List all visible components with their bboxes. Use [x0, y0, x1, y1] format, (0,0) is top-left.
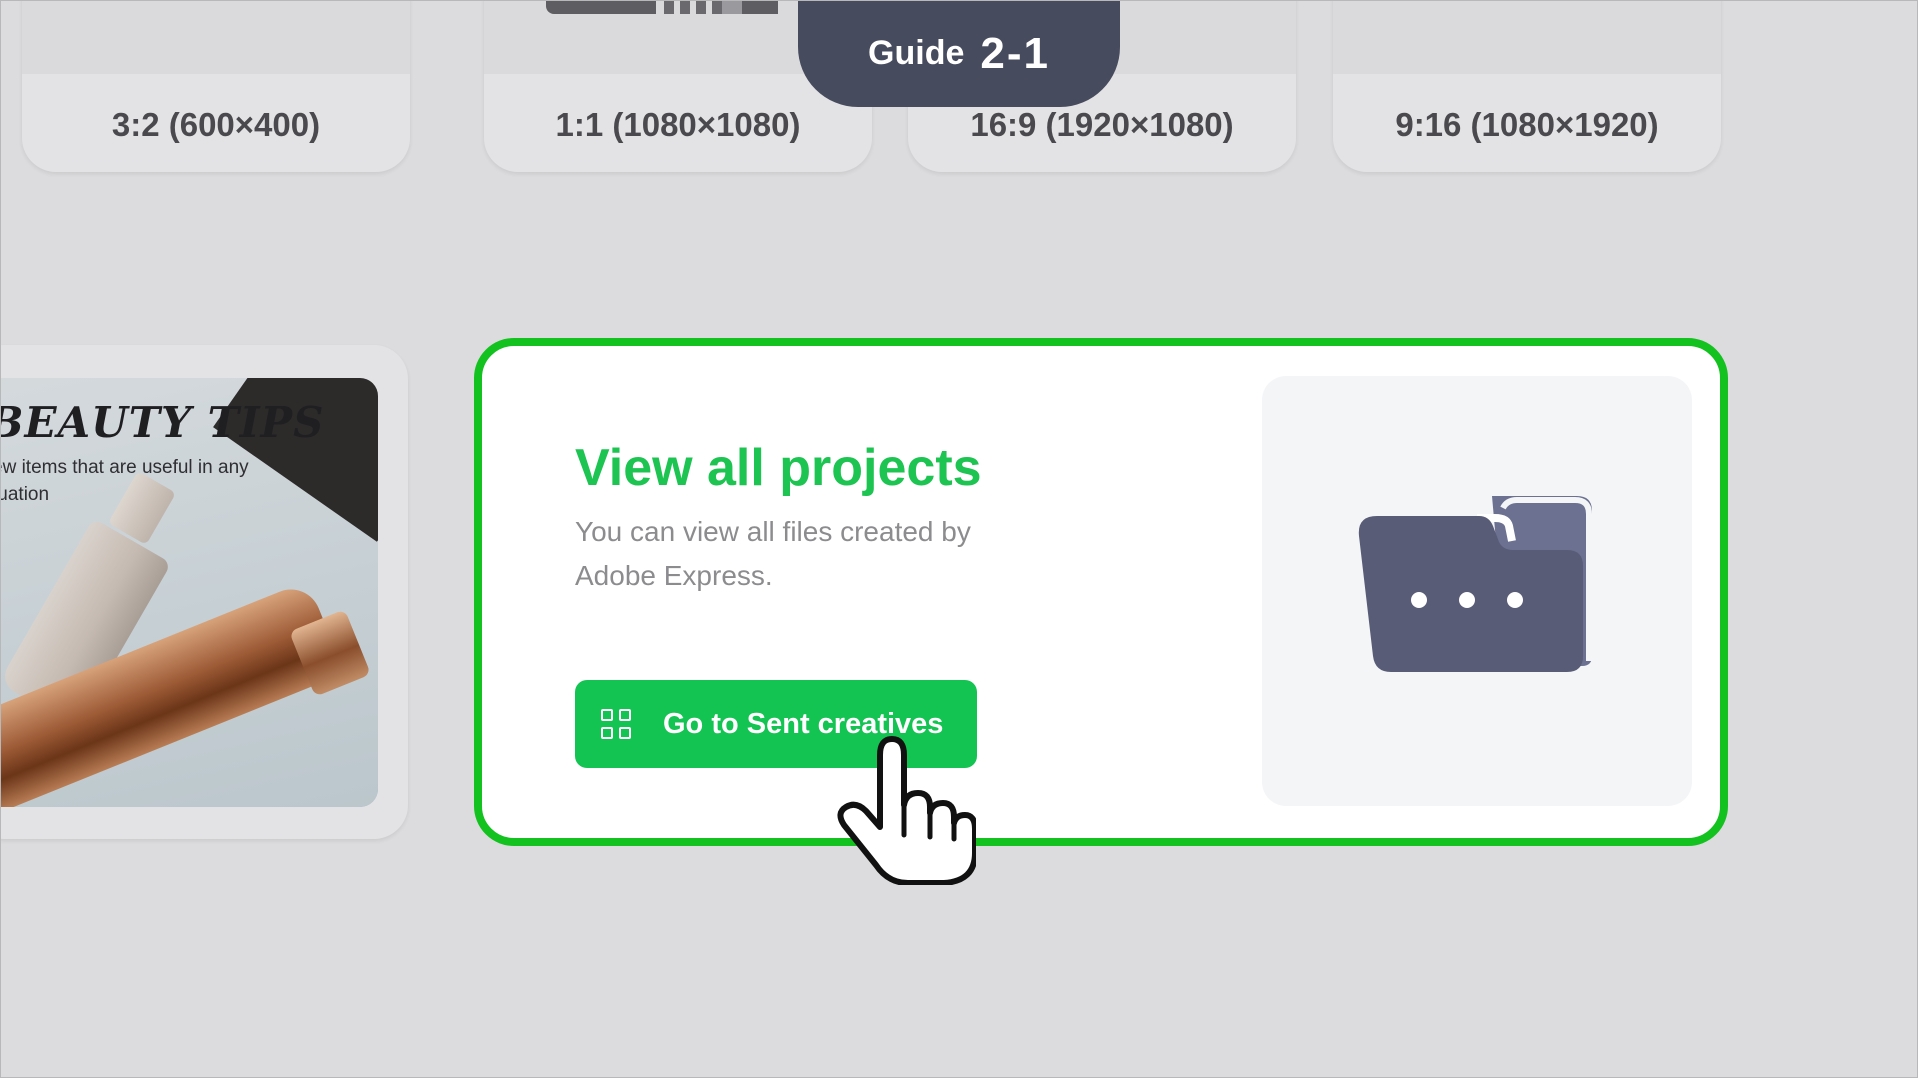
guide-badge: Guide 2-1 — [798, 0, 1120, 107]
grid-icon — [601, 709, 631, 739]
template-thumbnail[interactable]: BEAUTY TIPS ew items that are useful in … — [0, 378, 378, 807]
ratio-label: 1:1 (1080×1080) — [555, 106, 801, 143]
folder-illustration-panel — [1262, 376, 1692, 806]
guide-step-number: 2-1 — [980, 28, 1050, 78]
projects-card-description: You can view all files created by Adobe … — [575, 516, 971, 591]
ratio-thumbnail — [1333, 0, 1721, 74]
template-title: BEAUTY TIPS — [0, 398, 325, 447]
folder-more-icon — [1358, 496, 1592, 672]
ratio-card-9-16[interactable]: 9:16 (1080×1920) — [1333, 0, 1721, 172]
hand-pointer-icon — [837, 736, 976, 885]
ratio-label: 3:2 (600×400) — [111, 106, 321, 143]
projects-card-title: View all projects — [575, 439, 982, 497]
ratio-card-3-2[interactable]: 3:2 (600×400) — [22, 0, 410, 172]
screen: 3:2 (600×400) 1:1 (1080×1080) 16:9 (1920… — [0, 0, 1918, 1078]
thumbnail-strip — [546, 0, 826, 14]
ratio-label: 16:9 (1920×1080) — [970, 106, 1234, 143]
ratio-label: 9:16 (1080×1920) — [1395, 106, 1659, 143]
ratio-thumbnail — [22, 0, 410, 74]
view-all-projects-card: View all projects You can view all files… — [474, 338, 1728, 846]
guide-word: Guide — [868, 34, 965, 72]
template-subtitle: ew items that are useful in any tuation — [0, 457, 249, 505]
